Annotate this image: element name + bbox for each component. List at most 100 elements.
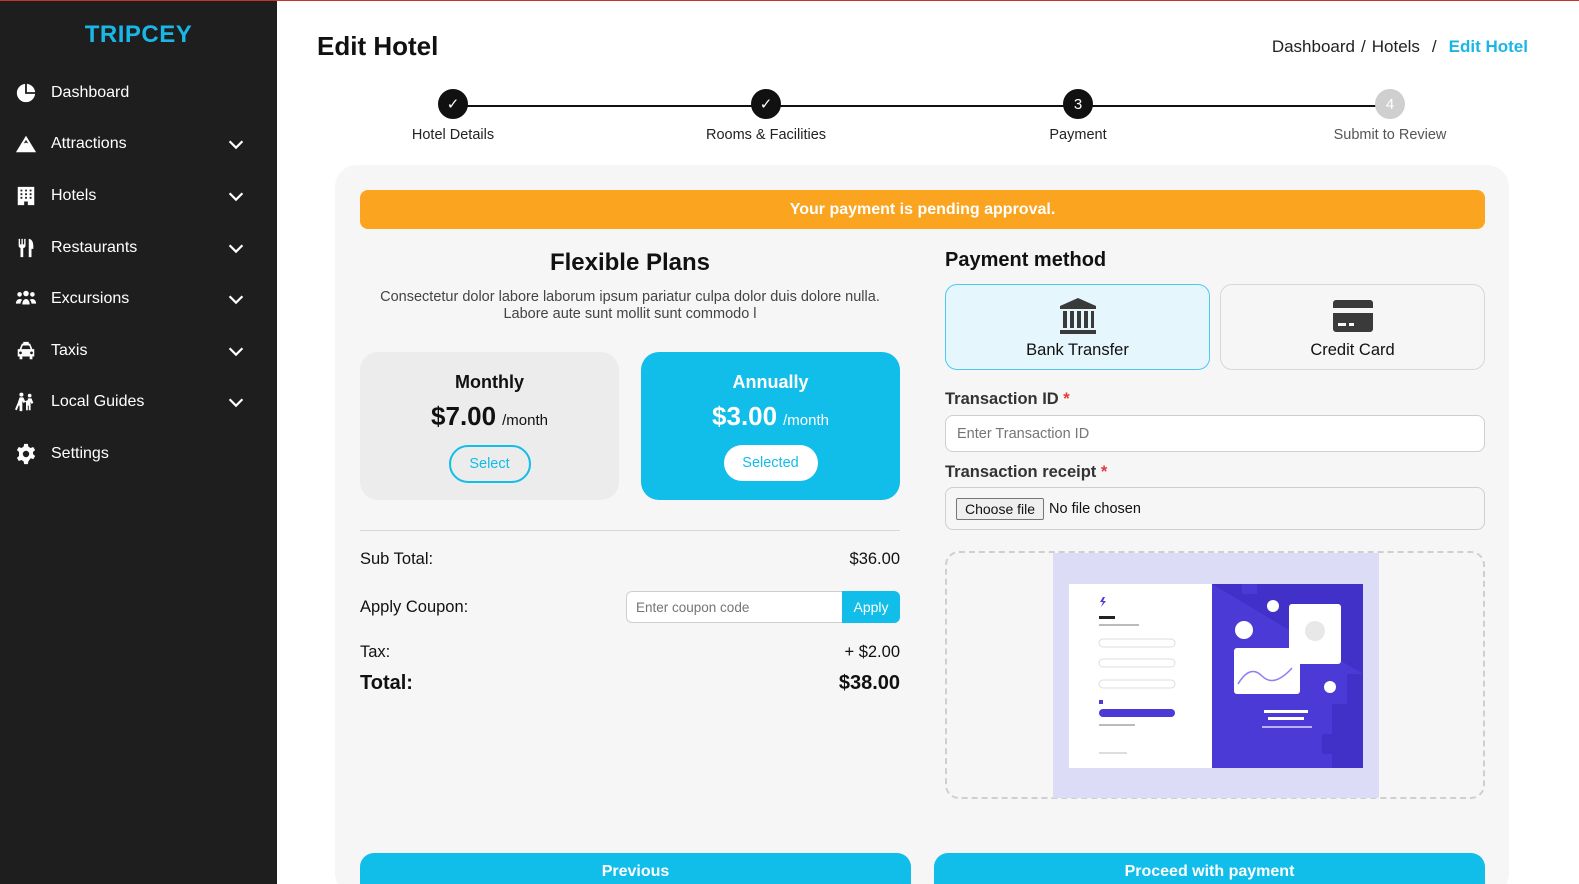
method-label: Credit Card (1310, 341, 1395, 359)
plan-name: Monthly (455, 372, 524, 392)
selected-plan-button[interactable]: Selected (723, 445, 818, 481)
guide-icon (14, 390, 38, 414)
tax-value: + $2.00 (844, 643, 900, 661)
step-label: Hotel Details (411, 127, 495, 143)
stepper-connector (453, 105, 1390, 107)
receipt-preview-image (1053, 553, 1379, 798)
breadcrumb: Dashboard / Hotels / Edit Hotel (1272, 37, 1528, 57)
transaction-id-input[interactable] (945, 415, 1485, 452)
preview-login-panel (1069, 584, 1212, 768)
page-title: Edit Hotel (317, 31, 439, 61)
plan-card-monthly[interactable]: Monthly $7.00 /month Select (360, 352, 619, 500)
sidebar-item-taxis[interactable]: Taxis (0, 325, 277, 377)
coupon-row: Apply Coupon: Apply (360, 591, 900, 623)
tax-row: Tax: + $2.00 (360, 643, 900, 662)
chevron-down-icon[interactable] (225, 237, 247, 259)
tax-label: Tax: (360, 643, 391, 661)
plan-price: $7.00 /month (360, 401, 619, 432)
receipt-file-input: Choose file No file chosen (945, 487, 1485, 530)
plan-price: $3.00 /month (641, 401, 900, 432)
coupon-group: Apply (626, 591, 900, 623)
field-label-text: Transaction ID (945, 390, 1059, 408)
step-hotel-details[interactable]: ✓ Hotel Details (343, 89, 563, 143)
people-group-icon (14, 287, 38, 311)
total-row: Total: $38.00 (360, 672, 900, 695)
breadcrumb-separator: / (1431, 37, 1437, 56)
building-icon (14, 184, 38, 208)
sidebar-item-label: Local Guides (51, 393, 145, 411)
step-label: Payment (1049, 127, 1107, 143)
bank-transfer-option[interactable]: Bank Transfer (945, 284, 1210, 370)
sidebar-item-label: Hotels (51, 186, 97, 204)
step-label: Submit to Review (1333, 127, 1447, 143)
utensils-icon (14, 236, 38, 260)
sidebar-item-attractions[interactable]: Attractions (0, 119, 277, 171)
transaction-receipt-label: Transaction receipt * (945, 463, 1107, 482)
previous-button[interactable]: Previous (360, 853, 911, 884)
chevron-down-icon[interactable] (225, 391, 247, 413)
plans-description: Consectetur dolor labore laborum ipsum p… (380, 289, 880, 322)
plan-card-annually[interactable]: Annually $3.00 /month Selected (641, 352, 900, 500)
subtotal-label: Sub Total: (360, 550, 434, 568)
apply-coupon-button[interactable]: Apply (842, 591, 900, 623)
divider (360, 530, 900, 531)
transaction-id-label: Transaction ID * (945, 390, 1070, 409)
sidebar-item-local-guides[interactable]: Local Guides (0, 377, 277, 429)
taxi-icon (14, 339, 38, 363)
sidebar-item-settings[interactable]: Settings (0, 428, 277, 480)
subtotal-row: Sub Total: $36.00 (360, 550, 900, 569)
step-number: 3 (1063, 89, 1093, 119)
sidebar: TRIPCEY Dashboard Attractions Hotels Res… (0, 1, 277, 884)
progress-stepper: ✓ Hotel Details ✓ Rooms & Facilities 3 P… (277, 89, 1579, 149)
total-label: Total: (360, 672, 413, 694)
step-rooms-facilities[interactable]: ✓ Rooms & Facilities (656, 89, 876, 143)
brand-logo[interactable]: TRIPCEY (0, 21, 277, 49)
pending-approval-alert: Your payment is pending approval. (360, 190, 1485, 229)
step-submit-review[interactable]: 4 Submit to Review (1280, 89, 1500, 143)
proceed-payment-button[interactable]: Proceed with payment (934, 853, 1485, 884)
choose-file-button[interactable]: Choose file (956, 497, 1045, 520)
step-label: Rooms & Facilities (705, 127, 827, 143)
breadcrumb-hotels[interactable]: Hotels (1372, 37, 1420, 57)
chevron-down-icon[interactable] (225, 133, 247, 155)
main-content: Edit Hotel Dashboard / Hotels / Edit Hot… (277, 1, 1579, 884)
chevron-down-icon[interactable] (225, 185, 247, 207)
chevron-down-icon[interactable] (225, 288, 247, 310)
sidebar-item-hotels[interactable]: Hotels (0, 170, 277, 222)
sidebar-item-restaurants[interactable]: Restaurants (0, 222, 277, 274)
coupon-input[interactable] (626, 591, 842, 623)
coupon-label: Apply Coupon: (360, 597, 469, 616)
total-value: $38.00 (838, 672, 900, 694)
receipt-preview[interactable] (945, 551, 1485, 799)
chevron-down-icon[interactable] (225, 340, 247, 362)
step-payment[interactable]: 3 Payment (968, 89, 1188, 143)
sidebar-item-label: Excursions (51, 290, 130, 308)
plan-period: /month (502, 412, 548, 429)
required-mark: * (1100, 463, 1108, 481)
mountain-icon (14, 132, 38, 156)
bank-icon (946, 295, 1209, 337)
step-check-icon: ✓ (438, 89, 468, 119)
breadcrumb-current: Edit Hotel (1448, 37, 1528, 56)
sidebar-item-dashboard[interactable]: Dashboard (0, 67, 277, 119)
breadcrumb-dashboard[interactable]: Dashboard (1272, 37, 1355, 57)
credit-card-option[interactable]: Credit Card (1220, 284, 1485, 370)
method-label: Bank Transfer (1026, 341, 1129, 359)
step-check-icon: ✓ (751, 89, 781, 119)
sidebar-nav: Dashboard Attractions Hotels Restaurants (0, 67, 277, 480)
payment-card: Your payment is pending approval. Flexib… (335, 165, 1509, 884)
required-mark: * (1063, 390, 1070, 408)
sidebar-item-label: Attractions (51, 135, 127, 153)
payment-method-title: Payment method (945, 249, 1107, 271)
preview-promo-panel (1212, 584, 1363, 768)
plan-amount: $3.00 (712, 401, 778, 431)
sidebar-item-excursions[interactable]: Excursions (0, 273, 277, 325)
sidebar-item-label: Dashboard (51, 83, 130, 101)
sidebar-item-label: Taxis (51, 341, 88, 359)
sidebar-item-label: Restaurants (51, 238, 138, 256)
plan-amount: $7.00 (431, 401, 497, 431)
select-plan-button[interactable]: Select (448, 445, 531, 483)
plan-name: Annually (732, 372, 809, 392)
plan-period: /month (783, 412, 829, 429)
pie-chart-icon (14, 81, 38, 105)
